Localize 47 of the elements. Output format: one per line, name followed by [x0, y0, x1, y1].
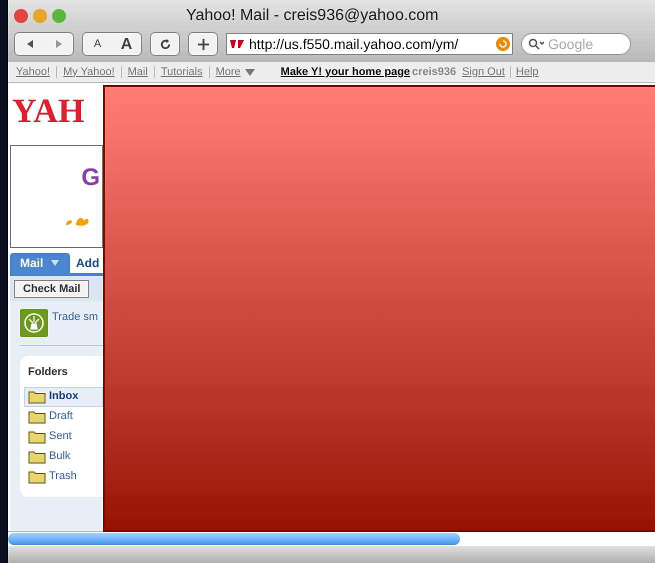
window-title: Yahoo! Mail - creis936@yahoo.com	[186, 6, 439, 26]
promo-link[interactable]: Trade sm	[52, 309, 98, 326]
folder-item[interactable]: Draft	[24, 406, 103, 426]
reload-icon	[158, 38, 172, 50]
folder-icon	[28, 449, 46, 464]
ad-letter: G	[81, 163, 100, 193]
username: creis936	[412, 64, 456, 80]
caret-icon	[244, 68, 255, 76]
folder-item[interactable]: Bulk	[24, 446, 103, 466]
forward-icon	[54, 39, 64, 49]
site-logo-icon	[229, 38, 247, 50]
header-link[interactable]: Help	[516, 64, 539, 80]
reload-button[interactable]	[150, 32, 180, 56]
folder-item[interactable]: Trash	[24, 466, 103, 486]
search-placeholder: Google	[548, 34, 594, 54]
back-forward-button[interactable]	[14, 32, 74, 56]
nav-link[interactable]: Tutorials	[160, 64, 203, 80]
add-bookmark-button[interactable]	[188, 32, 218, 56]
folder-icon	[28, 409, 46, 424]
folder-icon	[28, 389, 46, 404]
refresh-icon	[496, 37, 510, 51]
zoom-button[interactable]	[52, 9, 66, 23]
folder-item[interactable]: Inbox	[24, 386, 103, 406]
close-button[interactable]	[14, 9, 28, 23]
yahoo-logo: YAH	[12, 95, 86, 129]
nav-link[interactable]: More	[216, 64, 241, 80]
home-page-link[interactable]: Make Y! your home page	[280, 64, 410, 80]
address-text: http://us.f550.mail.yahoo.com/ym/	[249, 34, 458, 54]
check-mail-button[interactable]: Check Mail	[14, 280, 90, 298]
nav-link[interactable]: Mail	[128, 64, 148, 80]
folder-item[interactable]: Sent	[24, 426, 103, 446]
header-link[interactable]: Sign Out	[462, 64, 505, 80]
folder-icon	[28, 429, 46, 444]
larger-text-button[interactable]: A	[112, 33, 141, 55]
promo-logo-icon	[20, 309, 48, 337]
smaller-text-button[interactable]: A	[83, 33, 112, 55]
nav-link[interactable]: My Yahoo!	[63, 64, 115, 80]
address-field[interactable]: http://us.f550.mail.yahoo.com/ym/	[226, 33, 513, 55]
nav-link[interactable]: Yahoo!	[16, 64, 50, 80]
folders-heading: Folders	[28, 365, 69, 380]
scrollbar-thumb[interactable]	[8, 533, 460, 546]
caret-icon	[51, 260, 60, 266]
search-icon	[528, 38, 544, 50]
mail-tab[interactable]: Mail	[10, 253, 70, 273]
back-icon	[24, 39, 34, 49]
folder-icon	[28, 469, 46, 484]
plus-icon	[196, 38, 210, 50]
